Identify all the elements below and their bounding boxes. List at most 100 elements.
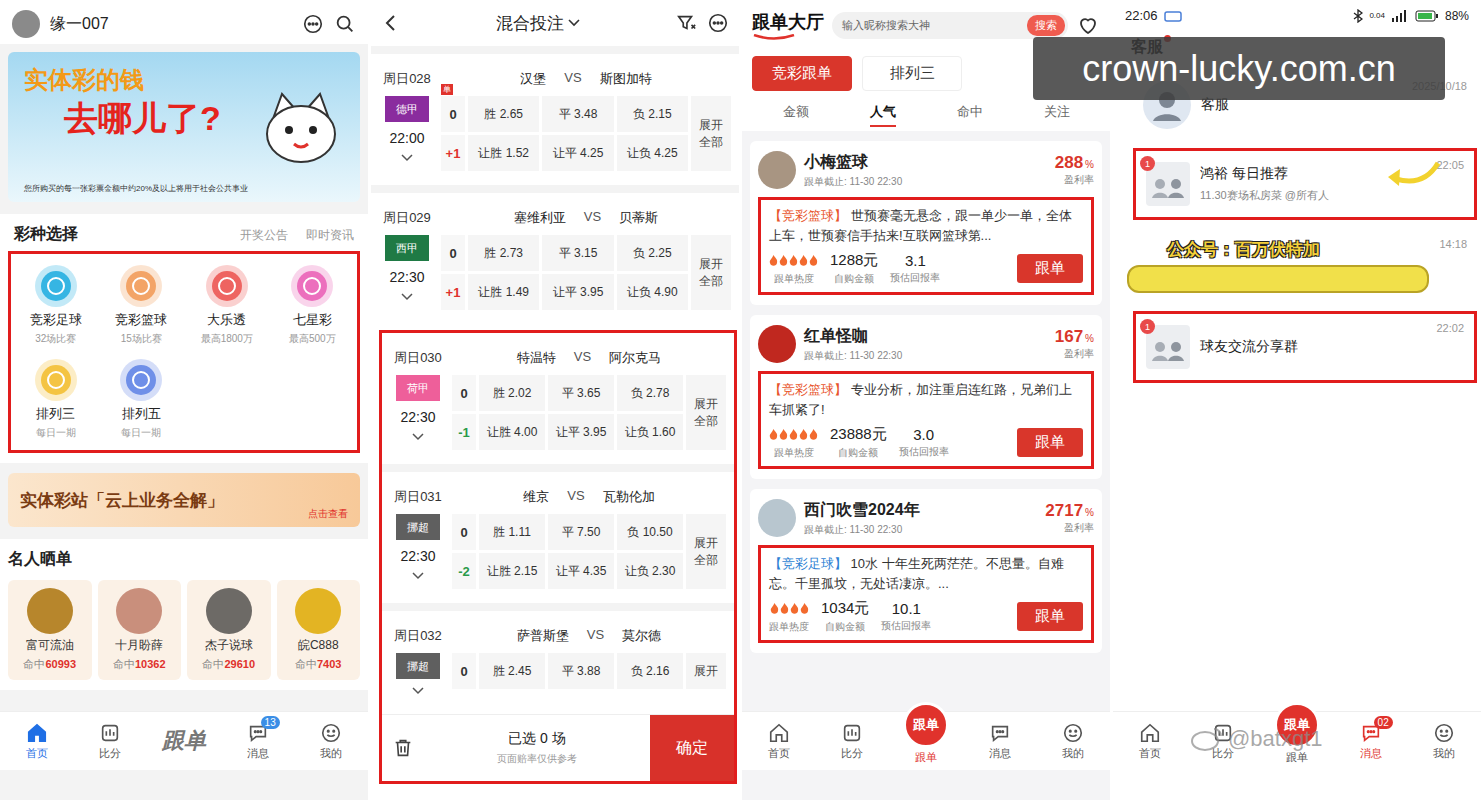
message-row[interactable]: 1 鸿裕 每日推荐 11.30赛场私房菜 @所有人 22:05 [1133,148,1477,220]
sort-tab[interactable]: 关注 [1044,103,1070,127]
odds-cell[interactable]: 负 2.16 [617,653,683,689]
nav-item[interactable]: 比分 [74,722,148,761]
odds-cell[interactable]: 让胜 1.49 [468,274,539,310]
celeb-card[interactable]: 杰子说球 命中29610 [187,580,271,680]
lottery-item[interactable]: 排列三 每日一期 [13,358,99,440]
nav-item[interactable]: 首页 [0,722,74,761]
chat-icon[interactable] [302,13,324,35]
sort-tab[interactable]: 人气 [870,103,896,127]
nav-item[interactable]: 消息 [963,722,1037,761]
chevron-down-icon[interactable] [401,154,413,162]
heart-icon[interactable] [1076,13,1100,37]
search-icon[interactable] [334,13,356,35]
odds-cell[interactable]: 让平 4.25 [542,135,613,171]
nav-icon-wrap [26,722,48,744]
bottom-nav: 首页 比分跟单 跟单 消息 我的 [742,711,1110,770]
celeb-card[interactable]: 皖C888 命中7403 [277,580,361,680]
heat-stat: 跟单热度 [769,426,818,460]
section-link[interactable]: 开奖公告 [240,227,288,244]
deadline: 跟单截止: 11-30 22:30 [804,175,1047,189]
chevron-down-icon[interactable] [412,433,424,441]
odds-cell[interactable]: 胜 2.73 [468,235,539,271]
lottery-item[interactable]: 竞彩篮球 15场比赛 [99,264,185,346]
odds-cell[interactable]: 平 3.65 [548,375,614,411]
expand-button[interactable]: 展开全部 [691,235,731,310]
odds-cell[interactable]: 胜 2.65 [468,96,539,132]
odds-cell[interactable]: 平 3.15 [542,235,613,271]
odds-cell[interactable]: 胜 2.02 [479,375,545,411]
nav-item[interactable]: 跟单 [147,726,221,756]
follow-tab[interactable]: 竞彩跟单 [752,56,852,91]
lottery-item[interactable]: 七星彩 最高500万 [270,264,356,346]
nav-item[interactable]: 首页 [1113,722,1187,761]
search-field[interactable]: 输入昵称搜索大神 搜索 [832,12,1068,39]
odds-cell[interactable]: 平 3.48 [542,96,613,132]
expand-button[interactable]: 展开 [686,653,726,689]
nav-item[interactable]: 我的 [294,722,368,761]
promo-banner[interactable]: 实体彩站「云上业务全解」 点击查看 [8,473,360,527]
lottery-item[interactable]: 竞彩足球 32场比赛 [13,264,99,346]
odds-cell[interactable]: 让胜 4.00 [479,414,545,450]
message-row[interactable]: 1 球友交流分享群 22:02 [1133,311,1477,383]
user-avatar[interactable] [12,10,40,38]
celeb-card[interactable]: 富可流油 命中60993 [8,580,92,680]
page-title[interactable]: 混合投注 [411,12,665,35]
message-row[interactable]: 公众号：百万伏特加 14:18 [1117,230,1477,301]
odds-cell[interactable]: 让平 4.35 [548,553,614,589]
odds-cell[interactable]: 让平 3.95 [548,414,614,450]
odds-cell[interactable]: 负 2.78 [617,375,683,411]
tipster-avatar[interactable] [758,151,796,189]
odds-cell[interactable]: 让胜 2.15 [479,553,545,589]
odds-cell[interactable]: 平 7.50 [548,514,614,550]
nav-item[interactable]: 我的 [1036,722,1110,761]
deadline: 跟单截止: 11-30 22:30 [804,523,1037,537]
back-icon[interactable] [381,13,401,33]
celeb-card[interactable]: 十月盼薛 命中10362 [98,580,182,680]
confirm-button[interactable]: 确定 [650,715,734,781]
match-teams: 塞维利亚 VS 贝蒂斯 [441,209,731,227]
trash-icon[interactable] [392,737,414,759]
vs-label: VS [567,488,584,506]
expand-button[interactable]: 展开全部 [686,514,726,589]
sort-tab[interactable]: 命中 [957,103,983,127]
nav-item[interactable]: 13 消息 [221,722,295,761]
section-link[interactable]: 即时资讯 [306,227,354,244]
odds-cell[interactable]: 平 3.88 [548,653,614,689]
more-icon[interactable] [707,12,729,34]
odds-cell[interactable]: 让平 3.95 [542,274,613,310]
filter-icon[interactable] [675,12,697,34]
nav-item[interactable]: 跟单 跟单 [889,718,963,765]
chevron-down-icon[interactable] [401,293,413,301]
match-code: 周日032 [394,627,442,645]
search-button[interactable]: 搜索 [1027,15,1065,36]
odds-cell[interactable]: 让负 4.25 [617,135,688,171]
promo-link[interactable]: 点击查看 [308,507,348,521]
nav-item[interactable]: 比分 [816,722,890,761]
odds-cell[interactable]: 让负 1.60 [617,414,683,450]
chevron-down-icon[interactable] [412,687,424,695]
follow-button[interactable]: 跟单 [1017,428,1083,457]
expand-button[interactable]: 展开全部 [686,375,726,450]
odds-cell[interactable]: 让负 2.30 [617,553,683,589]
tipster-avatar[interactable] [758,325,796,363]
banner[interactable]: 实体彩的钱 去哪儿了? 您所购买的每一张彩票金额中约20%及以上将用于社会公共事… [8,52,360,202]
chevron-down-icon[interactable] [412,572,424,580]
odds-cell[interactable]: 让负 4.90 [617,274,688,310]
lottery-item[interactable]: 排列五 每日一期 [99,358,185,440]
sort-tab[interactable]: 金额 [783,103,809,127]
odds-cell[interactable]: 负 2.25 [617,235,688,271]
follow-tab[interactable]: 排列三 [862,56,962,91]
expand-button[interactable]: 展开全部 [691,96,731,171]
odds-cell[interactable]: 负 10.50 [617,514,683,550]
odds-cell[interactable]: 让胜 1.52 [468,135,539,171]
follow-button[interactable]: 跟单 [1017,254,1083,283]
odds-cell[interactable]: 负 2.15 [617,96,688,132]
odds-cell[interactable]: 胜 1.11 [479,514,545,550]
nav-item[interactable]: 我的 [1407,722,1481,761]
nav-item[interactable]: 02 消息 [1334,722,1408,761]
tipster-avatar[interactable] [758,499,796,537]
follow-button[interactable]: 跟单 [1017,602,1083,631]
odds-cell[interactable]: 胜 2.45 [479,653,545,689]
lottery-item[interactable]: 大乐透 最高1800万 [184,264,270,346]
nav-item[interactable]: 首页 [742,722,816,761]
